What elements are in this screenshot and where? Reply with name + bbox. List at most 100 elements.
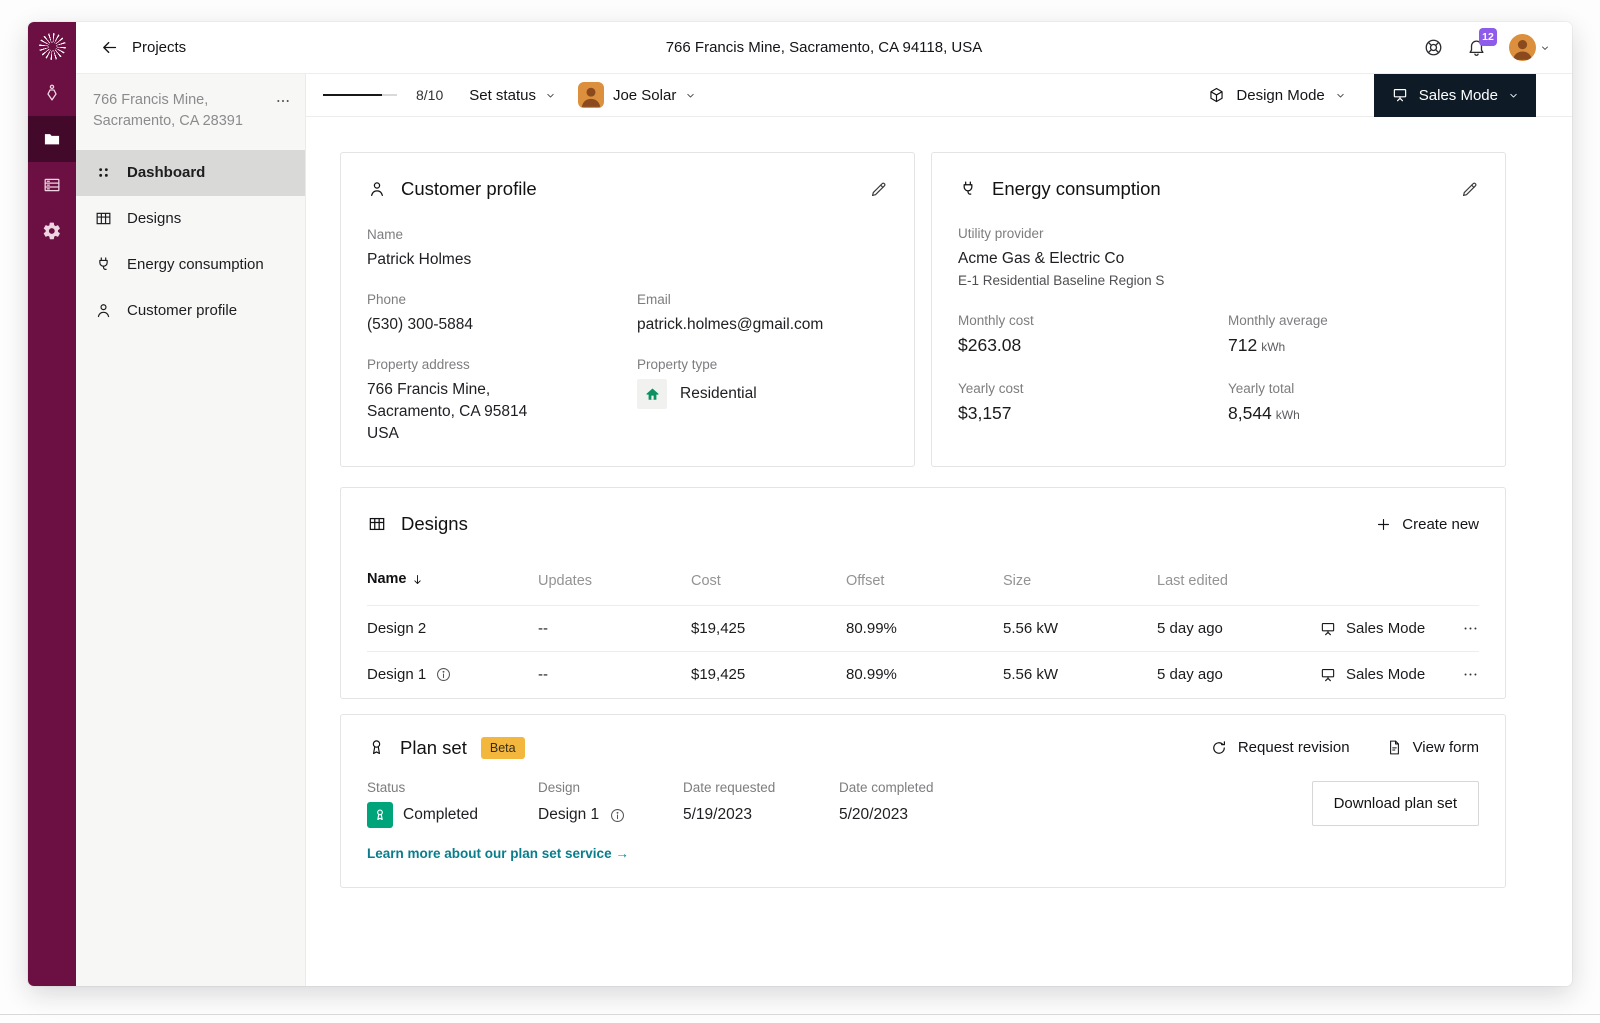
rail-item-leads[interactable] [28, 70, 76, 116]
project-menu-button[interactable] [275, 93, 291, 133]
main-area: 8/10 Set status [306, 74, 1572, 986]
design-offset: 80.99% [846, 652, 1003, 698]
design-mode-label: Design Mode [1236, 87, 1324, 104]
column-name[interactable]: Name [367, 559, 538, 606]
row-sales-mode-button[interactable]: Sales Mode [1319, 666, 1439, 684]
view-form-label: View form [1413, 739, 1479, 756]
row-mode-label: Sales Mode [1346, 666, 1425, 683]
sidebar-item-label: Designs [127, 210, 181, 227]
design-size: 5.56 kW [1003, 652, 1157, 698]
person-icon [93, 301, 113, 320]
request-revision-button[interactable]: Request revision [1210, 739, 1350, 757]
field-date-completed: Date completed 5/20/2023 [839, 780, 934, 829]
design-size: 5.56 kW [1003, 606, 1157, 652]
column-updates[interactable]: Updates [538, 559, 691, 606]
sidebar-item-label: Energy consumption [127, 256, 264, 273]
view-form-button[interactable]: View form [1386, 739, 1479, 757]
table-header-row: Name Updates Cost Offset Size Last edite… [367, 559, 1479, 606]
person-star-icon [42, 83, 62, 103]
assignee-avatar [578, 82, 604, 108]
page: Projects 766 Francis Mine, Sacramento, C… [0, 0, 1600, 1023]
dashboard-content: Customer profile Name [306, 117, 1572, 986]
column-offset[interactable]: Offset [846, 559, 1003, 606]
card-title: Customer profile [401, 178, 537, 200]
stat-monthly-average: Monthly average 712kWh [1228, 313, 1479, 356]
create-new-design-button[interactable]: Create new [1375, 516, 1479, 533]
info-icon[interactable] [435, 666, 452, 683]
sidebar-item-designs[interactable]: Designs [76, 196, 305, 242]
assignee-name: Joe Solar [613, 87, 676, 104]
back-arrow-icon [100, 38, 119, 57]
presentation-screen-icon [1391, 86, 1409, 104]
design-row[interactable]: Design 2 -- $19,425 80.99% 5.56 kW 5 day… [367, 606, 1479, 652]
progress-label: 8/10 [416, 87, 443, 103]
edit-pencil-icon[interactable] [1460, 180, 1479, 199]
row-menu-button[interactable] [1439, 666, 1479, 683]
card-title: Energy consumption [992, 178, 1161, 200]
set-status-label: Set status [469, 87, 536, 104]
back-to-projects[interactable]: Projects [100, 38, 186, 57]
completed-ribbon-badge [367, 802, 393, 828]
document-icon [1386, 739, 1403, 756]
design-name: Design 1 [367, 666, 426, 683]
plan-set-learn-more-link[interactable]: Learn more about our plan set service → [367, 846, 629, 861]
help-lifebuoy-icon[interactable] [1423, 37, 1444, 58]
bottom-divider [0, 1014, 1600, 1015]
set-status-dropdown[interactable]: Set status [469, 87, 556, 104]
info-icon[interactable] [609, 807, 626, 824]
dashboard-dots-icon [93, 164, 113, 181]
sidebar-item-customer-profile[interactable]: Customer profile [76, 288, 305, 334]
field-utility-provider: Utility provider Acme Gas & Electric Co … [958, 226, 1479, 288]
design-mode-button[interactable]: Design Mode [1207, 86, 1345, 105]
design-updates: -- [538, 652, 691, 698]
column-last-edited[interactable]: Last edited [1157, 559, 1319, 606]
folder-icon [42, 129, 62, 149]
column-size[interactable]: Size [1003, 559, 1157, 606]
row-sales-mode-button[interactable]: Sales Mode [1319, 620, 1439, 638]
brand-logo[interactable] [28, 22, 76, 70]
rail-item-projects[interactable] [28, 116, 76, 162]
person-icon [367, 179, 387, 199]
row-menu-button[interactable] [1439, 620, 1479, 637]
design-cost: $19,425 [691, 606, 846, 652]
sidebar-item-energy-consumption[interactable]: Energy consumption [76, 242, 305, 288]
grid-table-icon [367, 514, 387, 534]
card-title: Plan set [400, 737, 467, 759]
refresh-icon [1210, 739, 1228, 757]
rail-item-records[interactable] [28, 162, 76, 208]
assignee-dropdown[interactable]: Joe Solar [578, 82, 696, 108]
presentation-screen-icon [1319, 666, 1337, 684]
status-value: Completed [403, 806, 478, 824]
column-cost[interactable]: Cost [691, 559, 846, 606]
edit-pencil-icon[interactable] [869, 180, 888, 199]
download-plan-set-button[interactable]: Download plan set [1312, 781, 1479, 826]
sidebar-item-dashboard[interactable]: Dashboard [76, 150, 305, 196]
back-label: Projects [132, 39, 186, 56]
field-property-address: Property address 766 Francis Mine, Sacra… [367, 357, 637, 445]
grid-table-icon [93, 209, 113, 228]
design-value: Design 1 [538, 806, 599, 824]
sidebar-item-label: Dashboard [127, 164, 205, 181]
row-mode-label: Sales Mode [1346, 620, 1425, 637]
sidebar-item-label: Customer profile [127, 302, 237, 319]
cube-icon [1207, 86, 1226, 105]
field-design: Design Design 1 [538, 780, 683, 829]
design-row[interactable]: Design 1 [367, 652, 1479, 698]
top-header: Projects 766 Francis Mine, Sacramento, C… [76, 22, 1572, 74]
field-name: Name Patrick Holmes [367, 227, 637, 271]
request-revision-label: Request revision [1238, 739, 1350, 756]
sales-mode-button[interactable]: Sales Mode [1374, 74, 1536, 117]
notifications-button[interactable]: 12 [1466, 37, 1487, 58]
rail-item-settings[interactable] [28, 208, 76, 254]
stat-yearly-total: Yearly total 8,544kWh [1228, 381, 1479, 424]
ribbon-icon [367, 738, 386, 757]
user-avatar [1509, 34, 1536, 61]
list-table-icon [42, 175, 62, 195]
chevron-down-icon [1508, 90, 1519, 101]
designs-table: Name Updates Cost Offset Size Last edite… [367, 559, 1479, 698]
plug-icon [93, 255, 113, 274]
customer-profile-card: Customer profile Name [340, 152, 915, 467]
user-menu[interactable] [1509, 34, 1550, 61]
property-type-value: Residential [680, 383, 757, 405]
plus-icon [1375, 516, 1392, 533]
